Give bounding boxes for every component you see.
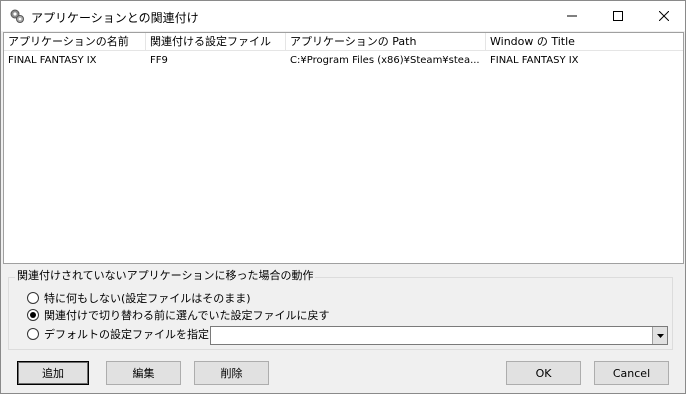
column-header-config-file[interactable]: 関連付ける設定ファイル	[146, 33, 286, 51]
minimize-icon	[567, 15, 577, 17]
close-icon	[659, 11, 669, 21]
chevron-down-icon	[656, 333, 664, 338]
ok-button[interactable]: OK	[506, 361, 581, 385]
radio-use-default-indicator[interactable]	[27, 328, 39, 340]
dropdown-button[interactable]	[652, 327, 667, 344]
cell-window-title: FINAL FANTASY IX	[490, 55, 579, 66]
cell-config-file: FF9	[150, 55, 168, 66]
gear-app-icon	[9, 8, 25, 24]
default-config-select[interactable]	[210, 326, 668, 345]
radio-do-nothing-label[interactable]: 特に何もしない(設定ファイルはそのまま)	[44, 290, 251, 306]
list-header: アプリケーションの名前 関連付ける設定ファイル アプリケーションの Path W…	[4, 33, 683, 51]
cell-app-name: FINAL FANTASY IX	[8, 55, 97, 66]
radio-use-default-label[interactable]: デフォルトの設定ファイルを指定	[44, 326, 209, 342]
column-header-app-path[interactable]: アプリケーションの Path	[286, 33, 486, 51]
table-row[interactable]: FINAL FANTASY IX FF9 C:¥Program Files (x…	[4, 53, 683, 69]
column-header-app-name[interactable]: アプリケーションの名前	[4, 33, 146, 51]
window-title: アプリケーションとの関連付け	[31, 11, 199, 25]
cell-app-path: C:¥Program Files (x86)¥Steam¥stea...	[290, 55, 480, 66]
edit-button[interactable]: 編集	[106, 361, 181, 385]
maximize-button[interactable]	[595, 1, 641, 31]
maximize-icon	[613, 11, 623, 21]
minimize-button[interactable]	[549, 1, 595, 31]
radio-do-nothing[interactable]: 特に何もしない(設定ファイルはそのまま)	[27, 290, 251, 306]
close-button[interactable]	[641, 1, 686, 31]
association-dialog: アプリケーションとの関連付け アプリケーションの名前 関連付ける設定ファイル ア…	[0, 0, 686, 394]
delete-button[interactable]: 削除	[194, 361, 269, 385]
association-list[interactable]: アプリケーションの名前 関連付ける設定ファイル アプリケーションの Path W…	[3, 32, 684, 264]
radio-restore-previous-indicator[interactable]	[27, 309, 39, 321]
radio-restore-previous[interactable]: 関連付けで切り替わる前に選んでいた設定ファイルに戻す	[27, 307, 329, 323]
column-header-window-title[interactable]: Window の Title	[486, 33, 683, 51]
behavior-legend: 関連付けされていないアプリケーションに移った場合の動作	[15, 269, 316, 283]
radio-do-nothing-indicator[interactable]	[27, 292, 39, 304]
title-bar[interactable]: アプリケーションとの関連付け	[1, 1, 685, 31]
cancel-button[interactable]: Cancel	[594, 361, 669, 385]
radio-use-default[interactable]: デフォルトの設定ファイルを指定	[27, 326, 209, 342]
add-button[interactable]: 追加	[17, 361, 89, 385]
radio-restore-previous-label[interactable]: 関連付けで切り替わる前に選んでいた設定ファイルに戻す	[44, 307, 329, 323]
